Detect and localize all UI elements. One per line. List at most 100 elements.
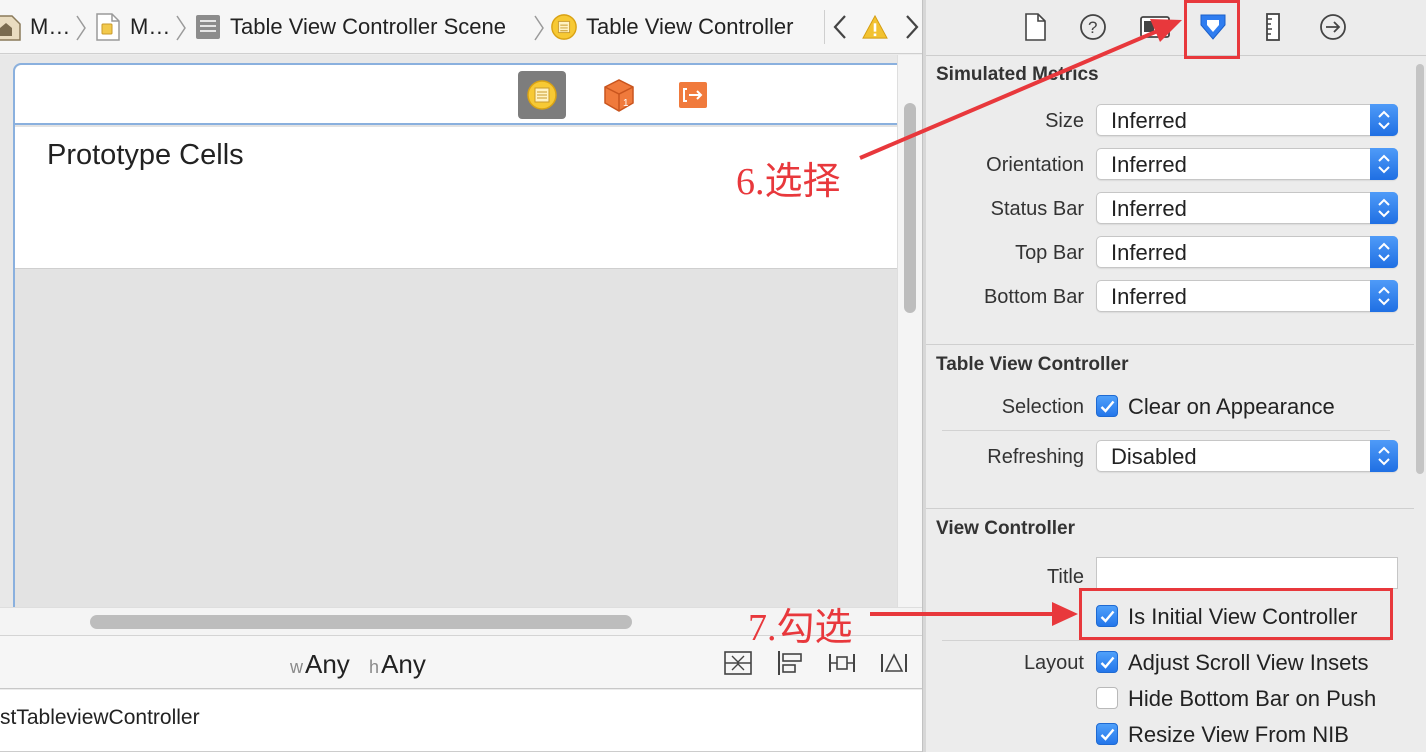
top-bar-label: Top Bar <box>1015 242 1084 264</box>
size-label: Size <box>1045 110 1084 132</box>
project-icon <box>0 15 21 41</box>
chevron-left-icon[interactable] <box>828 12 854 42</box>
width-value: Any <box>305 649 350 679</box>
refreshing-popup[interactable]: Disabled <box>1096 440 1398 472</box>
connections-inspector-icon[interactable] <box>1316 11 1350 43</box>
checkmark-icon <box>1100 610 1115 623</box>
section-title-table-view-controller: Table View Controller <box>936 354 1129 375</box>
storyboard-canvas[interactable]: 1 Prototype Cells <box>0 55 922 607</box>
layout-label: Layout <box>1023 652 1084 674</box>
size-inspector-icon[interactable] <box>1256 11 1290 43</box>
table-view-controller-scene[interactable]: 1 Prototype Cells <box>13 63 922 607</box>
status-bar-popup[interactable]: Inferred <box>1096 192 1398 224</box>
title-field[interactable] <box>1096 557 1398 589</box>
breadcrumb-separator-icon <box>534 15 544 41</box>
popup-arrows-icon <box>1370 148 1398 180</box>
clear-on-appearance-label: Clear on Appearance <box>1128 394 1335 419</box>
checkmark-icon <box>1100 656 1115 669</box>
top-bar-popup[interactable]: Inferred <box>1096 236 1398 268</box>
popup-value: Inferred <box>1111 196 1187 221</box>
popup-arrows-icon <box>1370 280 1398 312</box>
pin-icon[interactable] <box>828 650 856 676</box>
section-separator <box>926 508 1416 509</box>
align-icon[interactable] <box>776 650 804 676</box>
warning-icon[interactable] <box>862 12 888 42</box>
row-separator <box>942 640 1390 641</box>
hide-bottom-bar-label: Hide Bottom Bar on Push <box>1128 686 1377 711</box>
resolve-auto-layout-icon[interactable] <box>880 650 908 676</box>
popup-arrows-icon <box>1370 192 1398 224</box>
popup-arrows-icon <box>1370 440 1398 472</box>
scrollbar-thumb[interactable] <box>1416 64 1424 474</box>
resize-view-from-nib-checkbox[interactable] <box>1096 723 1118 745</box>
breadcrumb-item-scene[interactable]: Table View Controller Scene <box>194 0 506 54</box>
jump-bar-divider <box>824 10 825 44</box>
update-frames-icon[interactable] <box>724 650 752 676</box>
breadcrumb-separator-icon <box>76 15 86 41</box>
is-initial-view-controller-checkbox[interactable] <box>1096 605 1118 627</box>
section-title-simulated-metrics: Simulated Metrics <box>936 64 1099 85</box>
resize-view-from-nib-label: Resize View From NIB <box>1128 722 1349 747</box>
scene-icon <box>196 15 220 39</box>
breadcrumb-item-storyboard[interactable]: M… <box>94 0 170 54</box>
popup-value: Inferred <box>1111 152 1187 177</box>
quick-help-icon[interactable]: ? <box>1076 11 1110 43</box>
jump-bar: M… M… Table View Controller Scene Table … <box>0 0 926 54</box>
orientation-popup[interactable]: Inferred <box>1096 148 1398 180</box>
popup-value: Disabled <box>1111 444 1197 469</box>
outline-item-label: stTableviewController <box>0 706 200 729</box>
adjust-scroll-view-insets-checkbox[interactable] <box>1096 651 1118 673</box>
bottom-bar-label: Bottom Bar <box>983 286 1084 308</box>
breadcrumb-label: M… <box>130 14 171 39</box>
selection-label: Selection <box>1001 396 1084 418</box>
breadcrumb-label: Table View Controller <box>586 14 794 39</box>
clear-on-appearance-checkbox[interactable] <box>1096 395 1118 417</box>
document-outline-row[interactable]: stTableviewController <box>0 690 922 752</box>
popup-value: Inferred <box>1111 240 1187 265</box>
identity-inspector-icon[interactable] <box>1138 11 1172 43</box>
popup-arrows-icon <box>1370 104 1398 136</box>
file-inspector-icon[interactable] <box>1018 11 1052 43</box>
svg-text:1: 1 <box>623 98 629 109</box>
utilities-inspector: ? Simulated Metrics Size Inferred Orient… <box>926 0 1426 752</box>
first-responder-icon[interactable]: 1 <box>595 71 643 119</box>
section-separator <box>926 344 1416 345</box>
is-initial-view-controller-label: Is Initial View Controller <box>1128 604 1358 629</box>
inspector-tab-bar: ? <box>926 0 1426 56</box>
breadcrumb-item-project[interactable]: M… <box>0 0 70 54</box>
canvas-horizontal-scrollbar[interactable] <box>0 607 922 635</box>
inspector-scrollbar[interactable] <box>1414 56 1426 752</box>
status-bar-label: Status Bar <box>990 198 1084 220</box>
popup-value: Inferred <box>1111 108 1187 133</box>
height-value: Any <box>381 649 426 679</box>
bottom-bar-popup[interactable]: Inferred <box>1096 280 1398 312</box>
chevron-right-icon[interactable] <box>898 12 924 42</box>
refreshing-label: Refreshing <box>987 446 1084 468</box>
popup-arrows-icon <box>1370 236 1398 268</box>
svg-text:?: ? <box>1088 18 1097 37</box>
breadcrumb-item-view-controller[interactable]: Table View Controller <box>550 0 793 54</box>
scrollbar-thumb[interactable] <box>904 103 916 313</box>
scrollbar-thumb[interactable] <box>90 615 632 629</box>
size-class-bar: wAny hAny <box>0 635 922 689</box>
breadcrumb-separator-icon <box>176 15 186 41</box>
adjust-scroll-view-insets-label: Adjust Scroll View Insets <box>1128 650 1369 675</box>
size-class-selector[interactable]: wAny hAny <box>290 649 426 680</box>
breadcrumb-label: M… <box>30 14 71 39</box>
exit-icon[interactable] <box>669 71 717 119</box>
scene-dock: 1 <box>15 65 922 125</box>
size-popup[interactable]: Inferred <box>1096 104 1398 136</box>
checkmark-icon <box>1100 728 1115 741</box>
breadcrumb-label: Table View Controller Scene <box>230 14 506 39</box>
view-controller-dock-icon[interactable] <box>518 71 566 119</box>
popup-value: Inferred <box>1111 284 1187 309</box>
checkmark-icon <box>1100 400 1115 413</box>
attributes-inspector-icon[interactable] <box>1196 11 1230 43</box>
orientation-label: Orientation <box>986 154 1084 176</box>
height-prefix: h <box>369 657 380 677</box>
hide-bottom-bar-checkbox[interactable] <box>1096 687 1118 709</box>
canvas-vertical-scrollbar[interactable] <box>897 55 922 607</box>
prototype-cells-area[interactable]: Prototype Cells <box>15 127 922 269</box>
section-title-view-controller: View Controller <box>936 518 1076 539</box>
prototype-cells-label: Prototype Cells <box>47 139 244 171</box>
